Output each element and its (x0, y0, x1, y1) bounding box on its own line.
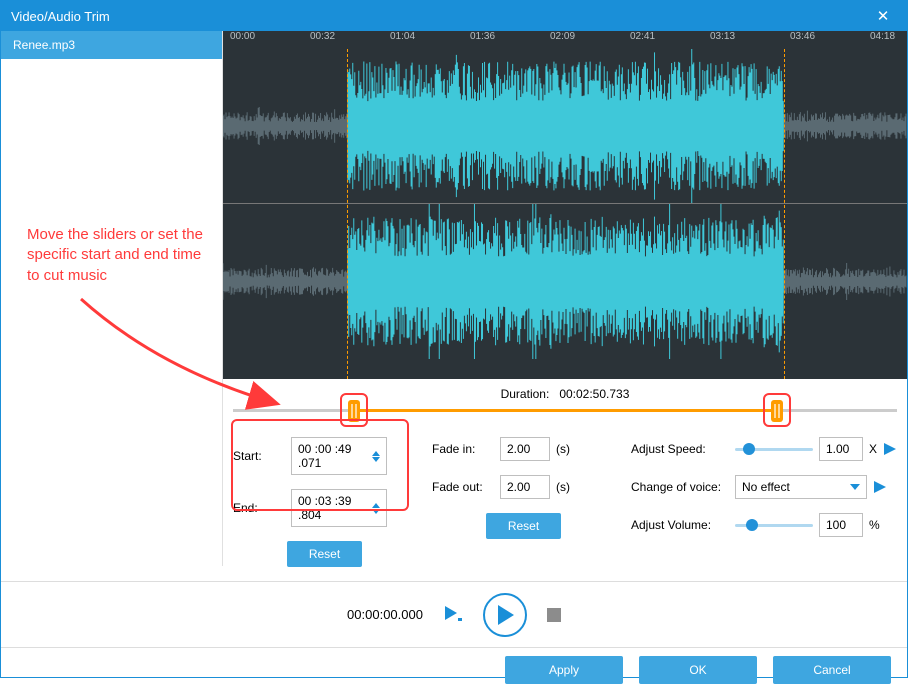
speed-label: Adjust Speed: (631, 442, 729, 456)
play-button[interactable] (483, 593, 527, 637)
playback-bar: 00:00:00.000 (1, 581, 907, 647)
close-icon[interactable]: ✕ (869, 7, 897, 25)
chevron-down-icon (850, 484, 860, 490)
stop-button[interactable] (547, 608, 561, 622)
preview-voice-button[interactable] (873, 480, 887, 494)
time-ruler: 00:00 00:32 01:04 01:36 02:09 02:41 03:13 03:46… (223, 31, 907, 49)
voice-dropdown[interactable]: No effect (735, 475, 867, 499)
fadeout-input[interactable] (500, 475, 550, 499)
volume-input[interactable] (819, 513, 863, 537)
reset-fade-button[interactable]: Reset (486, 513, 561, 539)
speed-slider[interactable] (735, 448, 813, 451)
footer: Apply OK Cancel (1, 647, 907, 691)
titlebar[interactable]: Video/Audio Trim ✕ (1, 1, 907, 31)
annotation-handle-box-end (763, 393, 791, 427)
ruler-tick: 00:32 (310, 31, 335, 42)
volume-slider[interactable] (735, 524, 813, 527)
ruler-tick: 00:00 (230, 31, 255, 42)
cancel-button[interactable]: Cancel (773, 656, 891, 684)
ruler-tick: 03:46 (790, 31, 815, 42)
ruler-tick: 03:13 (710, 31, 735, 42)
fade-unit: (s) (556, 480, 570, 494)
volume-label: Adjust Volume: (631, 518, 729, 532)
annotation-text: Move the sliders or set the specific sta… (27, 225, 211, 286)
ruler-tick: 04:18 (870, 31, 895, 42)
waveform-area[interactable] (223, 49, 907, 379)
window-title: Video/Audio Trim (11, 9, 110, 24)
waveform-right (223, 204, 907, 359)
ok-button[interactable]: OK (639, 656, 757, 684)
selection-line-end (784, 49, 785, 379)
sidebar: Renee.mp3 (1, 31, 223, 566)
ruler-tick: 01:36 (470, 31, 495, 42)
annotation-box (231, 419, 409, 511)
adjust-controls: Adjust Speed: X Change of voice: No effe… (631, 437, 897, 581)
trim-track-selection (354, 409, 778, 412)
fadein-input[interactable] (500, 437, 550, 461)
fade-unit: (s) (556, 442, 570, 456)
sidebar-item-media[interactable]: Renee.mp3 (1, 31, 222, 59)
reset-time-button[interactable]: Reset (287, 541, 362, 567)
waveform-left (223, 49, 907, 204)
preview-speed-button[interactable] (883, 442, 897, 456)
ruler-tick: 02:09 (550, 31, 575, 42)
fadeout-label: Fade out: (432, 480, 494, 494)
selection-line-start (347, 49, 348, 379)
fade-controls: Fade in: (s) Fade out: (s) Reset (432, 437, 615, 581)
fadein-label: Fade in: (432, 442, 494, 456)
voice-label: Change of voice: (631, 480, 729, 494)
playback-time: 00:00:00.000 (347, 607, 423, 622)
ruler-tick: 01:04 (390, 31, 415, 42)
apply-button[interactable]: Apply (505, 656, 623, 684)
duration-display: Duration: 00:02:50.733 (233, 387, 897, 401)
ruler-tick: 02:41 (630, 31, 655, 42)
mark-in-icon[interactable] (443, 604, 463, 625)
speed-input[interactable] (819, 437, 863, 461)
